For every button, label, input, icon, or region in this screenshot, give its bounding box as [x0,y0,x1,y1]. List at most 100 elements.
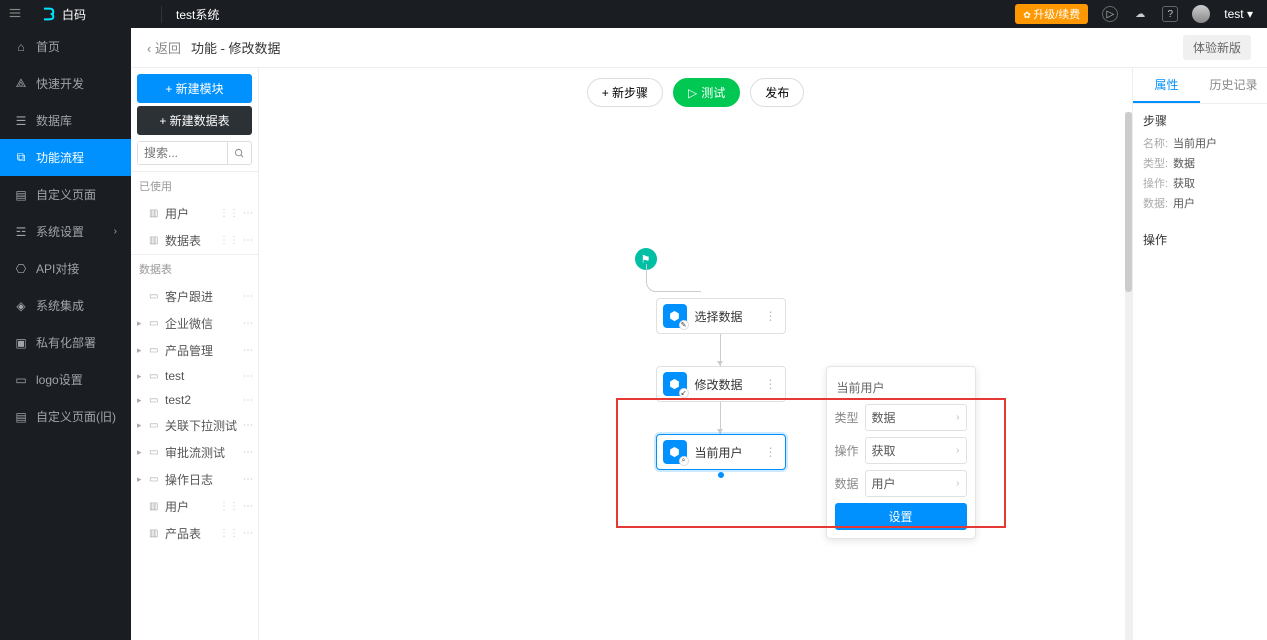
flow-node-select[interactable]: ⬢✎ 选择数据 ⋮ [656,298,786,334]
folder-item[interactable]: ▸▭企业微信⋯ [131,310,258,337]
section-action: 操作 [1143,231,1257,248]
file-icon: ▥ [149,235,161,246]
more-icon[interactable]: ⋯ [243,291,252,302]
expand-icon[interactable]: ▸ [137,447,147,458]
logo[interactable]: 白码 [30,6,161,23]
drag-icon[interactable]: ⋮⋮ [219,528,239,539]
search-field[interactable] [138,142,227,164]
sidebar-item-database[interactable]: ☰数据库 [0,102,131,139]
more-icon[interactable]: ⋯ [243,371,252,382]
flow-arrow [720,334,721,366]
folder-item[interactable]: ▸▭test⋯ [131,364,258,388]
new-table-button[interactable]: + 新建数据表 [137,106,252,135]
new-module-button[interactable]: + 新建模块 [137,74,252,103]
expand-icon[interactable]: ▸ [137,474,147,485]
more-icon[interactable]: ⋯ [243,345,252,356]
cube-icon: ⬢↙ [663,372,687,396]
db-icon: ☰ [14,114,28,128]
more-icon[interactable]: ⋯ [243,420,252,431]
drag-icon[interactable]: ⋮⋮ [219,208,239,219]
drag-icon[interactable]: ⋮⋮ [219,235,239,246]
more-icon[interactable]: ⋯ [243,235,252,246]
help-icon[interactable]: ? [1162,6,1178,22]
data-select[interactable]: 用户› [865,470,967,497]
cube-icon: ⬢✎ [663,304,687,328]
settings-button[interactable]: 设置 [835,503,967,530]
flow-node-modify[interactable]: ⬢↙ 修改数据 ⋮ [656,366,786,402]
sidebar-item-settings[interactable]: ☲系统设置› [0,213,131,250]
chevron-right-icon: › [956,478,959,489]
more-icon[interactable]: ⋯ [243,501,252,512]
menu-toggle-icon[interactable] [0,6,30,23]
sidebar-item-deploy[interactable]: ▣私有化部署 [0,324,131,361]
node-more-icon[interactable]: ⋮ [763,445,779,459]
tab-properties[interactable]: 属性 [1133,68,1200,103]
folder-item[interactable]: ▸▭操作日志⋯ [131,466,258,493]
back-button[interactable]: ‹ 返回 [147,38,181,57]
avatar[interactable] [1192,5,1210,23]
expand-icon[interactable]: ▸ [137,420,147,431]
more-icon[interactable]: ⋯ [243,318,252,329]
sidebar-item-logo[interactable]: ▭logo设置 [0,361,131,398]
more-icon[interactable]: ⋯ [243,528,252,539]
sidebar-item-custompage-old[interactable]: ▤自定义页面(旧) [0,398,131,435]
expand-icon[interactable]: ▸ [137,371,147,382]
section-step: 步骤 [1143,112,1257,129]
folder-item[interactable]: ▭客户跟进⋯ [131,283,258,310]
node-more-icon[interactable]: ⋮ [763,377,779,391]
file-icon: ▥ [149,208,161,219]
flow-node-current-user[interactable]: ⬢⌕ 当前用户 ⋮ [656,434,786,470]
user-menu[interactable]: test ▾ [1224,7,1253,21]
folder-icon: ▭ [149,420,161,431]
deploy-icon: ▣ [14,336,28,350]
play-icon[interactable]: ▷ [1102,6,1118,22]
tab-history[interactable]: 历史记录 [1200,68,1267,103]
sidebar-item-flow[interactable]: ⧉功能流程 [0,139,131,176]
type-select[interactable]: 数据› [865,404,967,431]
op-select[interactable]: 获取› [865,437,967,464]
folder-item[interactable]: ▸▭产品管理⋯ [131,337,258,364]
api-icon: ⎔ [14,262,28,276]
selection-handle[interactable] [718,472,724,478]
publish-button[interactable]: 发布 [750,78,804,107]
cloud-icon[interactable]: ☁ [1132,6,1148,22]
more-icon[interactable]: ⋯ [243,395,252,406]
top-bar: 白码 test系统 ✿ 升级/续费 ▷ ☁ ? test ▾ [0,0,1267,28]
search-input[interactable] [137,141,252,165]
test-button[interactable]: ▷测试 [673,78,740,107]
scrollbar-thumb[interactable] [1125,112,1132,292]
logo-setting-icon: ▭ [14,373,28,387]
folder-icon: ▭ [149,318,161,329]
new-step-button[interactable]: + 新步骤 [587,78,663,107]
more-icon[interactable]: ⋯ [243,447,252,458]
folder-item[interactable]: ▸▭test2⋯ [131,388,258,412]
folder-icon: ▭ [149,447,161,458]
system-name[interactable]: test系统 [161,6,233,23]
expand-icon[interactable]: ▸ [137,395,147,406]
expand-icon[interactable]: ▸ [137,345,147,356]
page-old-icon: ▤ [14,410,28,424]
folder-item[interactable]: ▸▭关联下拉测试⋯ [131,412,258,439]
more-icon[interactable]: ⋯ [243,474,252,485]
used-item-user[interactable]: ▥用户⋮⋮⋯ [131,200,258,227]
sidebar-item-integration[interactable]: ◈系统集成 [0,287,131,324]
page-title: 功能 - 修改数据 [191,38,281,57]
sidebar-item-api[interactable]: ⎔API对接 [0,250,131,287]
expand-icon[interactable]: ▸ [137,318,147,329]
upgrade-button[interactable]: ✿ 升级/续费 [1015,4,1088,24]
leaf-item[interactable]: ▥用户⋮⋮⋯ [131,493,258,520]
used-item-table[interactable]: ▥数据表⋮⋮⋯ [131,227,258,254]
flow-canvas[interactable]: + 新步骤 ▷测试 发布 ⚑ ⬢✎ 选择数据 ⋮ ⬢↙ [259,68,1132,640]
sidebar-item-custompage[interactable]: ▤自定义页面 [0,176,131,213]
drag-icon[interactable]: ⋮⋮ [219,501,239,512]
more-icon[interactable]: ⋯ [243,208,252,219]
try-new-button[interactable]: 体验新版 [1183,35,1251,60]
leaf-item[interactable]: ▥产品表⋮⋮⋯ [131,520,258,547]
sidebar-item-quickdev[interactable]: ⟁快速开发 [0,65,131,102]
folder-item[interactable]: ▸▭审批流测试⋯ [131,439,258,466]
search-icon[interactable] [227,142,251,164]
folder-icon: ▭ [149,345,161,356]
node-more-icon[interactable]: ⋮ [763,309,779,323]
integration-icon: ◈ [14,299,28,313]
sidebar-item-home[interactable]: ⌂首页 [0,28,131,65]
